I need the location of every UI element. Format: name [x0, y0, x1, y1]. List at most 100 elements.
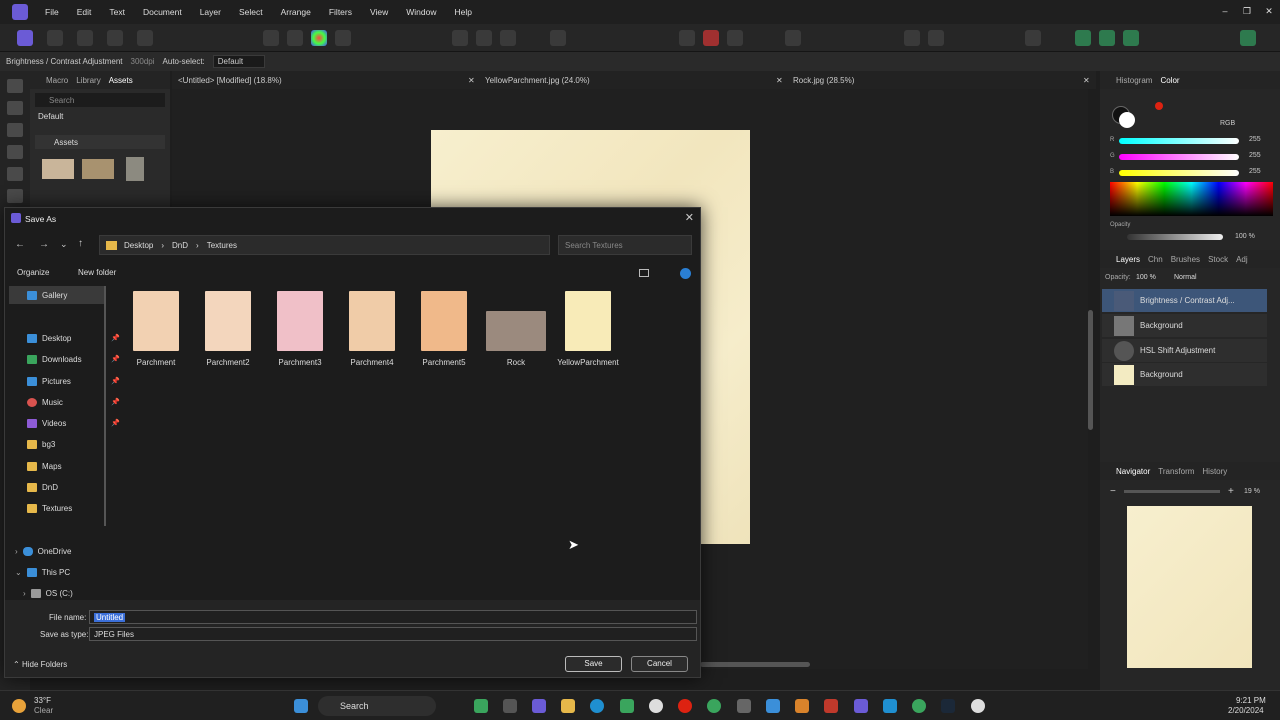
menu-file[interactable]: File — [36, 7, 68, 17]
cancel-button[interactable]: Cancel — [631, 656, 688, 672]
navigator-preview[interactable] — [1127, 506, 1252, 668]
quick-mask-icon[interactable] — [550, 30, 566, 46]
affinity-designer-icon[interactable] — [883, 699, 897, 713]
nav-desktop[interactable]: Desktop 📌 — [27, 330, 120, 346]
auto-white-balance-icon[interactable] — [335, 30, 351, 46]
breadcrumb-dnd[interactable]: DnD — [172, 241, 188, 250]
file-item[interactable]: Rock — [484, 291, 548, 367]
layer-row[interactable]: Background — [1102, 314, 1267, 337]
tab-adjustments[interactable]: Adj — [1236, 255, 1248, 264]
auto-colors-icon[interactable] — [311, 30, 327, 46]
nav-scrollbar[interactable] — [104, 286, 106, 526]
nav-videos[interactable]: Videos 📌 — [27, 415, 120, 431]
close-icon[interactable]: ✕ — [685, 211, 694, 224]
develop-persona-icon[interactable] — [77, 30, 93, 46]
view-tool-icon[interactable] — [7, 79, 23, 93]
crop-toolbar-icon[interactable] — [679, 30, 695, 46]
new-folder-button[interactable]: New folder — [78, 268, 116, 277]
snapping-icon[interactable] — [727, 30, 743, 46]
weather-icon[interactable] — [12, 699, 26, 713]
forward-arrow-icon[interactable]: → — [39, 239, 49, 250]
asset-thumbnail[interactable] — [42, 159, 74, 179]
filename-input[interactable]: Untitled — [89, 610, 697, 624]
minimize-icon[interactable]: – — [1214, 0, 1236, 24]
back-arrow-icon[interactable]: ← — [15, 239, 25, 250]
tab-macro[interactable]: Macro — [46, 76, 68, 85]
asset-thumbnail[interactable] — [82, 159, 114, 179]
nav-onedrive[interactable]: › OneDrive — [15, 543, 71, 559]
clock-time[interactable]: 9:21 PM — [1236, 696, 1266, 705]
menu-filters[interactable]: Filters — [320, 7, 361, 17]
autoselect-dropdown[interactable]: Default — [212, 55, 265, 68]
start-icon[interactable] — [294, 699, 308, 713]
maximize-icon[interactable]: ❐ — [1236, 0, 1258, 24]
blend-mode-dropdown[interactable]: Normal — [1174, 274, 1197, 281]
copilot-icon[interactable] — [474, 699, 488, 713]
assets-search-input[interactable]: Search — [35, 93, 165, 107]
file-item[interactable]: Parchment2 — [196, 291, 260, 367]
color-model-dropdown[interactable]: RGB — [1220, 120, 1235, 127]
file-item[interactable]: Parchment5 — [412, 291, 476, 367]
paint-brush-tool-icon[interactable] — [7, 123, 23, 137]
nav-dnd[interactable]: DnD — [27, 479, 58, 495]
asset-thumbnail[interactable] — [126, 157, 144, 181]
fill-color-swatch[interactable] — [1119, 112, 1135, 128]
green-value[interactable]: 255 — [1249, 152, 1261, 159]
nav-music[interactable]: Music 📌 — [27, 394, 120, 410]
store-icon[interactable] — [620, 699, 634, 713]
doc-tab-yellowparchment[interactable]: YellowParchment.jpg (24.0%) — [485, 76, 590, 85]
address-bar[interactable]: Desktop › DnD › Textures — [99, 235, 550, 255]
green-slider[interactable] — [1119, 154, 1239, 160]
boolean-add-icon[interactable] — [1075, 30, 1091, 46]
opera-icon[interactable] — [678, 699, 692, 713]
file-item[interactable]: YellowParchment — [556, 291, 620, 367]
assets-section-header[interactable]: Assets — [35, 135, 165, 149]
view-options-icon[interactable] — [639, 269, 649, 277]
nav-textures[interactable]: Textures — [27, 500, 72, 516]
breadcrumb-textures[interactable]: Textures — [207, 241, 237, 250]
layer-row[interactable]: Brightness / Contrast Adj... — [1102, 289, 1267, 312]
breadcrumb-desktop[interactable]: Desktop — [124, 241, 153, 250]
close-icon[interactable]: ✕ — [1083, 76, 1090, 85]
menu-arrange[interactable]: Arrange — [272, 7, 320, 17]
file-item[interactable]: Parchment4 — [340, 291, 404, 367]
blue-slider[interactable] — [1119, 170, 1239, 176]
menu-select[interactable]: Select — [230, 7, 272, 17]
steam-icon[interactable] — [941, 699, 955, 713]
save-button[interactable]: Save — [565, 656, 622, 672]
align-icon[interactable] — [1025, 30, 1041, 46]
close-icon[interactable]: ✕ — [776, 76, 783, 85]
save-type-dropdown[interactable]: JPEG Files — [89, 627, 697, 641]
tab-transform[interactable]: Transform — [1158, 467, 1194, 476]
bing-icon[interactable] — [766, 699, 780, 713]
edge-icon[interactable] — [590, 699, 604, 713]
zoom-in-icon[interactable]: + — [1228, 486, 1234, 497]
export-persona-icon[interactable] — [137, 30, 153, 46]
tone-mapping-persona-icon[interactable] — [107, 30, 123, 46]
affinity-designer-red-icon[interactable] — [824, 699, 838, 713]
doc-tab-untitled[interactable]: <Untitled> [Modified] (18.8%) — [178, 76, 282, 85]
layer-row[interactable]: Background — [1102, 363, 1267, 386]
menu-help[interactable]: Help — [446, 7, 481, 17]
assets-category-dropdown[interactable]: Default — [38, 112, 63, 121]
refine-icon[interactable] — [500, 30, 516, 46]
assistant-icon[interactable] — [785, 30, 801, 46]
levels-icon[interactable] — [263, 30, 279, 46]
color-picker-tool-icon[interactable] — [7, 167, 23, 181]
nav-drive-c[interactable]: › OS (C:) — [23, 585, 73, 601]
search-textures-input[interactable]: Search Textures — [558, 235, 692, 255]
tab-channels[interactable]: Chn — [1148, 255, 1163, 264]
chrome-icon[interactable] — [707, 699, 721, 713]
boolean-intersect-icon[interactable] — [1123, 30, 1139, 46]
hide-folders-toggle[interactable]: ⌃ Hide Folders — [13, 660, 67, 669]
folder-app-icon[interactable] — [795, 699, 809, 713]
horizontal-scrollbar[interactable] — [700, 662, 810, 667]
zoom-slider[interactable] — [1124, 490, 1220, 493]
record-icon[interactable] — [703, 30, 719, 46]
close-icon[interactable]: ✕ — [1258, 0, 1280, 24]
eyedropper-icon[interactable] — [1155, 102, 1163, 110]
menu-edit[interactable]: Edit — [68, 7, 101, 17]
file-explorer-icon[interactable] — [561, 699, 575, 713]
move-tool-icon[interactable] — [7, 101, 23, 115]
arrange-back-icon[interactable] — [904, 30, 920, 46]
